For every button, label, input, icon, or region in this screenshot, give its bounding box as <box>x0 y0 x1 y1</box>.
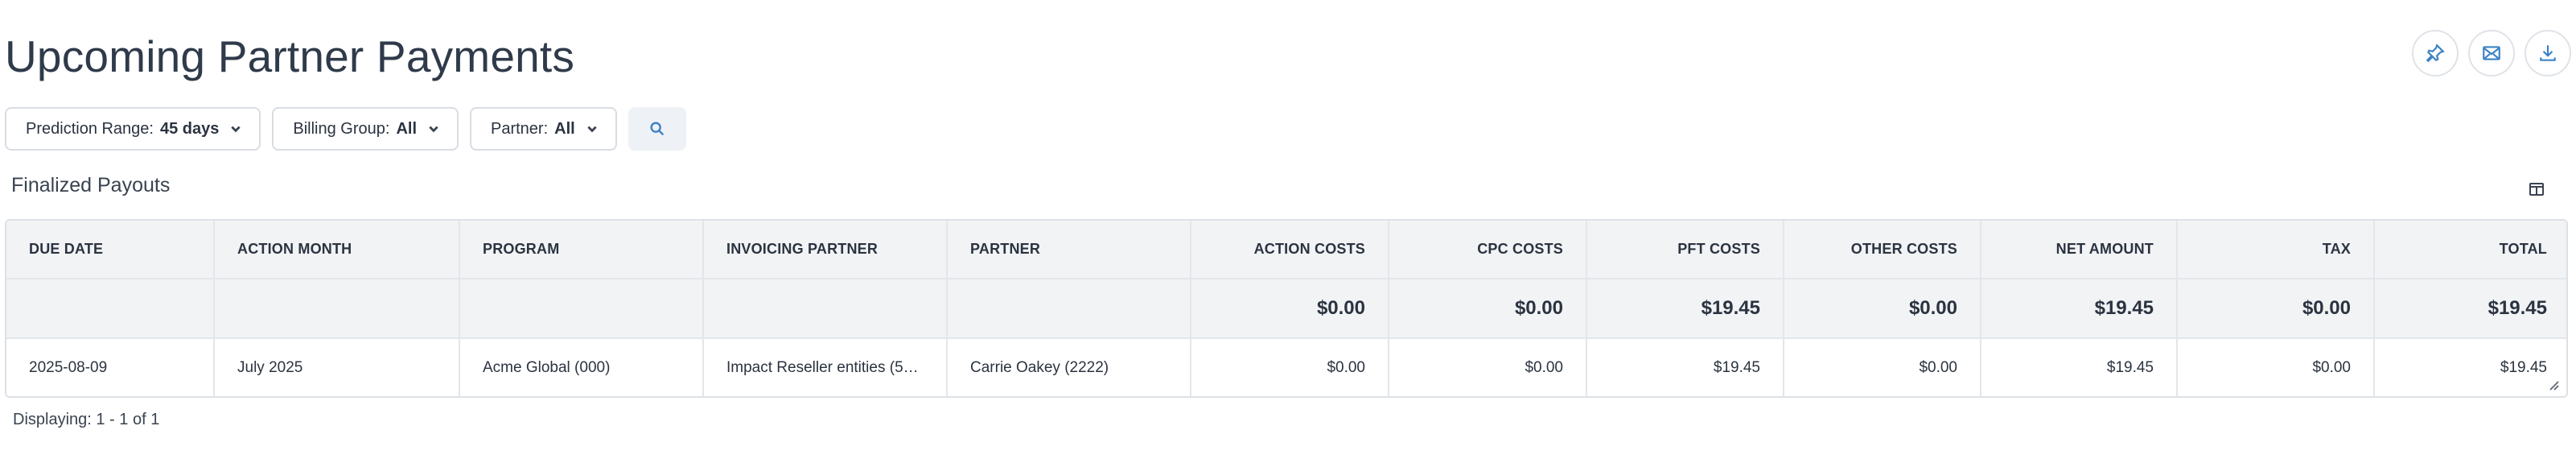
cell-net-amount: $19.45 <box>1981 338 2178 396</box>
filter-label: Billing Group: <box>293 119 390 138</box>
pin-button[interactable] <box>2412 30 2459 76</box>
column-header-action-month[interactable]: Action Month <box>214 221 460 279</box>
column-header-due-date[interactable]: Due Date <box>6 221 215 279</box>
columns-icon <box>2529 183 2544 196</box>
chevron-down-icon <box>231 126 241 133</box>
search-button[interactable] <box>628 107 686 151</box>
payouts-table: Due Date Action Month Program Invoicing … <box>5 219 2568 398</box>
filter-value: All <box>396 119 417 138</box>
column-header-program[interactable]: Program <box>459 221 704 279</box>
download-icon <box>2540 45 2556 61</box>
total-cell <box>947 279 1191 339</box>
page-title: Upcoming Partner Payments <box>5 31 575 81</box>
column-header-invoicing-partner[interactable]: Invoicing Partner <box>703 221 948 279</box>
filter-value: All <box>554 119 575 138</box>
download-button[interactable] <box>2525 30 2571 76</box>
column-header-tax[interactable]: Tax <box>2177 221 2375 279</box>
pagination-summary: Displaying: 1 - 1 of 1 <box>13 411 160 428</box>
chevron-down-icon <box>429 126 438 133</box>
total-cell <box>459 279 704 339</box>
column-header-cpc-costs[interactable]: CPC Costs <box>1389 221 1587 279</box>
filter-label: Prediction Range: <box>26 119 154 138</box>
column-chooser-button[interactable] <box>2528 180 2545 198</box>
cell-other-costs: $0.00 <box>1784 338 1981 396</box>
cell-pft-costs: $19.45 <box>1586 338 1784 396</box>
pin-icon <box>2426 43 2445 63</box>
cpc-costs-link[interactable]: $0.00 <box>1389 338 1587 396</box>
column-header-other-costs[interactable]: Other Costs <box>1784 221 1981 279</box>
total-total: $19.45 <box>2374 279 2566 339</box>
header-actions <box>2412 30 2571 76</box>
total-cell <box>703 279 948 339</box>
section-title: Finalized Payouts <box>11 174 171 196</box>
filter-label: Partner: <box>491 119 549 138</box>
column-header-net-amount[interactable]: Net Amount <box>1981 221 2178 279</box>
column-header-total[interactable]: Total <box>2374 221 2566 279</box>
total-cpc-costs: $0.00 <box>1389 279 1587 339</box>
total-cell <box>6 279 215 339</box>
total-pft-costs: $19.45 <box>1586 279 1784 339</box>
filter-bar: Prediction Range: 45 days Billing Group:… <box>5 107 686 151</box>
cell-program: Acme Global (000) <box>459 338 704 396</box>
cell-action-month: July 2025 <box>214 338 460 396</box>
action-costs-link[interactable]: $0.00 <box>1191 338 1389 396</box>
column-header-action-costs[interactable]: Action Costs <box>1191 221 1389 279</box>
resize-handle[interactable] <box>2547 378 2560 391</box>
partner-filter[interactable]: Partner: All <box>470 107 617 151</box>
table-row: 2025-08-09 July 2025 Acme Global (000) I… <box>6 338 2566 396</box>
search-icon <box>650 122 664 136</box>
total-other-costs: $0.00 <box>1784 279 1981 339</box>
table-header-row: Due Date Action Month Program Invoicing … <box>6 221 2566 279</box>
cell-partner: Carrie Oakey (2222) <box>947 338 1191 396</box>
mail-icon <box>2483 46 2500 60</box>
total-action-costs: $0.00 <box>1191 279 1389 339</box>
total-cell <box>214 279 460 339</box>
email-button[interactable] <box>2468 30 2515 76</box>
cell-tax: $0.00 <box>2177 338 2375 396</box>
cell-invoicing-partner: Impact Reseller entities (57... <box>703 338 948 396</box>
cell-total: $19.45 <box>2500 358 2547 376</box>
column-header-pft-costs[interactable]: PFT Costs <box>1586 221 1784 279</box>
prediction-range-filter[interactable]: Prediction Range: 45 days <box>5 107 261 151</box>
billing-group-filter[interactable]: Billing Group: All <box>272 107 459 151</box>
cell-due-date: 2025-08-09 <box>6 338 215 396</box>
chevron-down-icon <box>587 126 597 133</box>
total-tax: $0.00 <box>2177 279 2375 339</box>
total-net-amount: $19.45 <box>1981 279 2178 339</box>
column-header-partner[interactable]: Partner <box>947 221 1191 279</box>
filter-value: 45 days <box>159 119 220 138</box>
resize-grip-icon <box>2549 381 2559 391</box>
totals-row: $0.00 $0.00 $19.45 $0.00 $19.45 $0.00 $1… <box>6 279 2566 339</box>
